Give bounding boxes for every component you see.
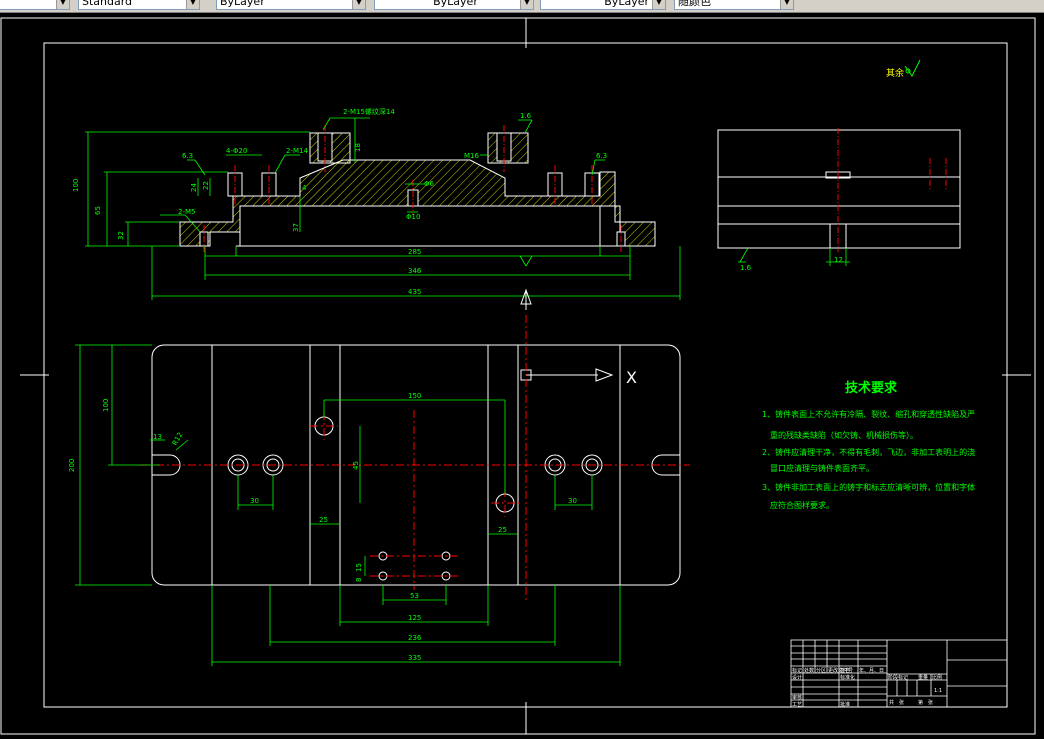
tb-weight: 重量	[918, 674, 928, 681]
tb-approve: 批准	[840, 701, 850, 708]
tb-scale-value: 1:1	[934, 688, 942, 694]
tb-sheet-no: 第 张	[918, 699, 933, 706]
roughness-1-6: 1.6	[520, 112, 532, 120]
plan-dim-45: 45	[352, 461, 360, 470]
dim-37: 37	[292, 223, 300, 232]
layer-dropdown[interactable]: ByLayer ▼	[216, 0, 366, 10]
dim-depth18: 18	[354, 143, 362, 152]
plan-dim-53: 53	[410, 592, 419, 600]
dim-h65: 65	[94, 206, 102, 215]
dim-24: 24	[190, 183, 198, 192]
dim-4: 4	[302, 184, 307, 192]
plan-dim-30-left: 30	[250, 497, 259, 505]
plan-dim-150: 150	[408, 392, 421, 400]
tb-date: 年、月、日	[859, 667, 884, 674]
dim-phi10: Φ10	[406, 213, 420, 221]
tb-design: 设计	[792, 674, 802, 681]
chevron-down-icon: ▼	[780, 0, 793, 9]
plan-dim-8: 8	[355, 578, 363, 582]
roughness-note: 其余	[886, 59, 921, 79]
dim-285: 285	[408, 248, 421, 256]
plan-view: X 200 100 13 R12 150 45 30 30 25 25 15 8…	[68, 315, 690, 666]
plan-dim-30-right: 30	[568, 497, 577, 505]
plan-dim-236: 236	[408, 634, 422, 642]
lineweight-dropdown[interactable]: ByLayer ▼	[540, 0, 666, 10]
roughness-other-label: 其余	[886, 67, 904, 79]
toolbar-dropdown-left[interactable]: ▼	[0, 0, 70, 10]
dim-h32: 32	[117, 231, 125, 240]
plan-dim-100: 100	[102, 399, 110, 412]
tech-req-line: 2、铸件应清理干净，不得有毛刺，飞边，非加工表明上的浇	[762, 447, 975, 457]
view-arrow	[520, 288, 532, 310]
plan-dim-15: 15	[355, 563, 363, 572]
dim-2m14: 2-M14	[286, 147, 308, 155]
tech-req-line: 3、铸件非加工表面上的铸字和标志应清晰可辨，位置和字体	[762, 482, 975, 492]
tb-sign: 签名	[840, 667, 850, 674]
linetype-dropdown[interactable]: ByLayer ▼	[374, 0, 534, 10]
chevron-down-icon: ▼	[652, 0, 665, 9]
tb-standardize: 标准化	[840, 674, 855, 681]
chevron-down-icon: ▼	[186, 0, 199, 9]
tech-req-line: 应符合图样要求。	[770, 500, 834, 510]
dim-holes-top: 2-M15螺纹深14	[343, 107, 395, 116]
text-style-value: Standard	[82, 0, 133, 8]
plan-dim-25-right: 25	[498, 526, 507, 534]
chevron-down-icon: ▼	[352, 0, 365, 9]
title-block: 标记 处数 分区 更改文件号 签名 年、月、日 设计 标准化 审核 工艺 批准 …	[790, 639, 1008, 708]
layer-value: ByLayer	[220, 0, 265, 8]
plan-dim-25-left: 25	[319, 516, 328, 524]
linetype-value: ByLayer	[433, 0, 478, 8]
chevron-down-icon: ▼	[520, 0, 533, 9]
dim-4phi20: 4-Φ20	[226, 147, 247, 155]
tb-stage: 阶段标记	[888, 674, 908, 681]
side-roughness-1-6: 1.6	[740, 264, 752, 272]
lineweight-value: ByLayer	[604, 0, 649, 8]
side-view: 1.6 12	[717, 128, 961, 272]
tech-req-title: 技术要求	[845, 380, 898, 396]
plot-style-dropdown[interactable]: 随颜色 ▼	[674, 0, 794, 10]
tb-review: 审核	[792, 694, 802, 701]
tb-count: 处数	[804, 667, 814, 674]
drawing-canvas[interactable]: 其余 100 65 32 2-M15螺纹深14 18 4-Φ20 2-M14 M…	[0, 12, 1044, 739]
tech-req-line: 1、铸件表面上不允许有冷隔、裂纹、缩孔和穿透性缺陷及严	[762, 409, 975, 419]
technical-requirements: 技术要求 1、铸件表面上不允许有冷隔、裂纹、缩孔和穿透性缺陷及严 重的残缺类缺陷…	[762, 380, 975, 510]
x-axis-label: X	[626, 368, 637, 387]
chevron-down-icon: ▼	[56, 0, 69, 9]
tb-scale: 比例	[932, 674, 942, 681]
tb-zone: 分区	[816, 667, 826, 674]
dim-m16: M16	[464, 152, 479, 160]
dim-435: 435	[408, 288, 421, 296]
tb-sheets-total: 共 张	[889, 699, 904, 706]
roughness-6-3-left: 6.3	[182, 152, 193, 160]
plot-style-value: 随颜色	[678, 0, 711, 8]
roughness-6-3-right: 6.3	[596, 152, 607, 160]
side-dim-12: 12	[834, 256, 843, 264]
text-style-dropdown[interactable]: Standard ▼	[78, 0, 200, 10]
plan-dim-125: 125	[408, 614, 421, 622]
tech-req-line: 重的残缺类缺陷（如欠铸、机械损伤等）。	[770, 430, 918, 440]
dim-2m5: 2-M5	[178, 208, 195, 216]
dim-346: 346	[408, 267, 422, 275]
tech-req-line: 冒口应清理与铸件表面齐平。	[770, 463, 874, 473]
dim-h100: 100	[72, 179, 80, 192]
tb-mark: 标记	[792, 667, 802, 674]
dim-phi6: Φ6	[424, 180, 435, 188]
plan-dim-200: 200	[68, 459, 76, 472]
dim-22: 22	[202, 181, 210, 190]
tb-process: 工艺	[792, 702, 802, 708]
plan-dim-13: 13	[153, 433, 162, 441]
plan-dim-335: 335	[408, 654, 421, 662]
front-section-view: 100 65 32 2-M15螺纹深14 18 4-Φ20 2-M14 M16 …	[72, 107, 681, 300]
